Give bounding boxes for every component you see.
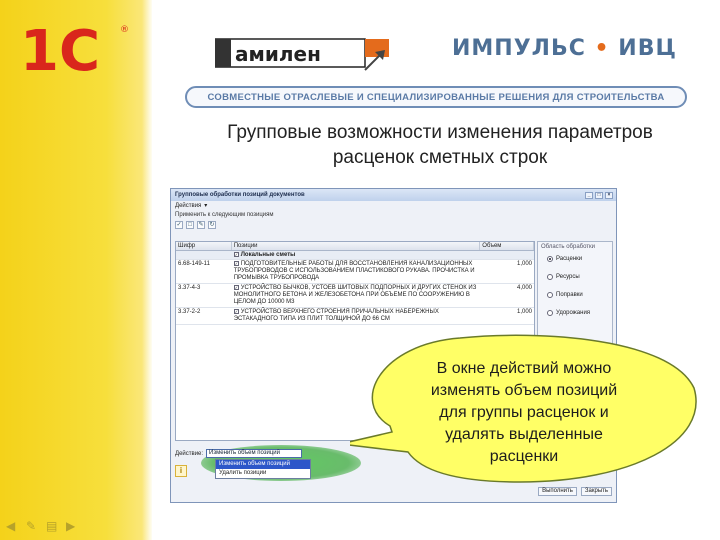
- row-name: УСТРОЙСТВО ВЕРХНЕГО СТРОЕНИЯ ПРИЧАЛЬНЫХ …: [233, 309, 439, 323]
- radio-icon[interactable]: [547, 274, 553, 280]
- table-header: Шифр Позиции Объем: [176, 242, 534, 251]
- svg-text:амилен: амилен: [235, 42, 321, 66]
- dropdown-item-change-volume[interactable]: Изменить объем позиций: [216, 460, 310, 469]
- tagline-text: СОВМЕСТНЫЕ ОТРАСЛЕВЫЕ И СПЕЦИАЛИЗИРОВАНН…: [207, 91, 665, 103]
- logo-impuls-ivc: ИМПУЛЬС • ИВЦ: [452, 36, 677, 61]
- group-name: Локальные сметы: [240, 252, 296, 259]
- logo-ivc-text: ИВЦ: [618, 36, 677, 61]
- callout-line: изменять объем позиций: [430, 382, 618, 399]
- action-dropdown: Изменить объем позиций Удалить позиции: [215, 459, 311, 479]
- apply-label: Применить к следующим позициям: [175, 211, 274, 218]
- cell-volume: 1,000: [517, 261, 533, 267]
- left-brand-band: 1С ® ◀ ✎ ▤ ▶: [0, 0, 152, 540]
- callout-line: для группы расценок и: [439, 404, 609, 421]
- menu-actions[interactable]: Действия: [175, 203, 201, 209]
- row-checkbox[interactable]: ✓: [233, 261, 239, 266]
- edit-icon[interactable]: ✎: [197, 220, 205, 229]
- menubar: Действия ▾: [171, 201, 616, 210]
- chevron-down-icon[interactable]: ▾: [204, 202, 207, 209]
- logo-1c: 1С ®: [20, 20, 129, 78]
- col-code[interactable]: Шифр: [176, 242, 232, 250]
- info-icon: i: [175, 465, 187, 477]
- apply-to-row: Применить к следующим позициям: [171, 210, 616, 219]
- close-button[interactable]: Закрыть: [580, 487, 612, 496]
- radio-label: Удорожания: [556, 310, 591, 316]
- minimize-icon[interactable]: _: [585, 191, 593, 199]
- callout-line: удалять выделенные: [445, 426, 603, 443]
- table-row[interactable]: 6.68-149-11 ✓ ПОДГОТОВИТЕЛЬНЫЕ РАБОТЫ ДЛЯ…: [176, 260, 534, 285]
- slide-title: Групповые возможности изменения параметр…: [170, 120, 710, 170]
- cell-name: ✓ Локальные сметы: [232, 251, 481, 259]
- refresh-icon[interactable]: ↻: [208, 220, 216, 229]
- cell-name: ✓ ПОДГОТОВИТЕЛЬНЫЕ РАБОТЫ ДЛЯ ВОССТАНОВЛЕ…: [232, 260, 481, 283]
- footer-buttons: Выполнить Закрыть: [538, 487, 612, 496]
- title-line-1: Групповые возможности изменения параметр…: [227, 122, 653, 143]
- tagline-banner: СОВМЕСТНЫЕ ОТРАСЛЕВЫЕ И СПЕЦИАЛИЗИРОВАНН…: [185, 86, 687, 108]
- cell-code: 6.68-149-11: [178, 261, 210, 267]
- radio-corrections[interactable]: Поправки: [547, 292, 609, 298]
- maximize-icon[interactable]: □: [595, 191, 603, 199]
- action-label: Действие:: [175, 450, 204, 457]
- svg-text:®: ®: [120, 25, 129, 35]
- title-line-2: расценок сметных строк: [332, 147, 548, 168]
- row-name: ПОДГОТОВИТЕЛЬНЫЕ РАБОТЫ ДЛЯ ВОССТАНОВЛЕН…: [233, 261, 475, 282]
- menu-icon[interactable]: ▤: [46, 520, 60, 532]
- action-row: Действие: Изменить объем позиций: [175, 449, 303, 458]
- logo-amilen: амилен: [215, 38, 389, 71]
- row-checkbox[interactable]: ✓: [233, 252, 239, 257]
- callout-line: В окне действий можно: [436, 360, 612, 377]
- table-row[interactable]: 3.37-2-2 ✓ УСТРОЙСТВО ВЕРХНЕГО СТРОЕНИЯ П…: [176, 308, 534, 326]
- uncheck-all-icon[interactable]: □: [186, 220, 194, 229]
- radio-markups[interactable]: Удорожания: [547, 310, 609, 316]
- col-positions[interactable]: Позиции: [232, 242, 481, 250]
- cell-code: 3.37-2-2: [178, 309, 201, 316]
- cell-code: [176, 251, 232, 259]
- table-row[interactable]: ✓ Локальные сметы: [176, 251, 534, 260]
- cell-volume: 1,000: [517, 309, 533, 316]
- window-title: Групповые обработки позиций документов: [175, 192, 305, 198]
- scope-title: Область обработки: [541, 244, 596, 250]
- action-select[interactable]: Изменить объем позиций: [206, 449, 303, 458]
- next-icon[interactable]: ▶: [66, 520, 80, 532]
- grid-toolbar: ✓ □ ✎ ↻: [171, 219, 616, 230]
- pen-icon[interactable]: ✎: [26, 520, 40, 532]
- row-checkbox[interactable]: ✓: [233, 309, 239, 315]
- logo-separator: •: [594, 36, 610, 61]
- col-volume[interactable]: Объем: [480, 242, 534, 250]
- callout-line: расценки: [489, 448, 559, 465]
- radio-label: Ресурсы: [556, 274, 580, 280]
- row-name: УСТРОЙСТВО БЫЧКОВ, УСТОЕВ ШИТОВЫХ ПОДПОР…: [233, 285, 477, 306]
- cell-name: ✓ УСТРОЙСТВО ВЕРХНЕГО СТРОЕНИЯ ПРИЧАЛЬНЫХ…: [232, 308, 481, 324]
- radio-resources[interactable]: Ресурсы: [547, 274, 609, 280]
- execute-button[interactable]: Выполнить: [538, 487, 577, 496]
- prev-icon[interactable]: ◀: [6, 520, 20, 532]
- cell-volume: [480, 251, 534, 259]
- row-checkbox[interactable]: ✓: [233, 285, 239, 291]
- cell-volume: 4,000: [517, 285, 533, 292]
- radio-label: Поправки: [556, 292, 583, 298]
- cell-name: ✓ УСТРОЙСТВО БЫЧКОВ, УСТОЕВ ШИТОВЫХ ПОДПО…: [232, 284, 481, 307]
- radio-label: Расценки: [556, 256, 583, 262]
- radio-icon[interactable]: [547, 310, 553, 316]
- callout-text: В окне действий можно изменять объем поз…: [384, 358, 664, 468]
- radio-icon[interactable]: [547, 292, 553, 298]
- table-row[interactable]: 3.37-4-3 ✓ УСТРОЙСТВО БЫЧКОВ, УСТОЕВ ШИТО…: [176, 284, 534, 309]
- radio-selected-icon[interactable]: [547, 256, 553, 262]
- cell-code: 3.37-4-3: [178, 285, 201, 292]
- dropdown-item-delete[interactable]: Удалить позиции: [216, 469, 310, 478]
- close-icon[interactable]: ×: [605, 191, 613, 199]
- check-all-icon[interactable]: ✓: [175, 220, 183, 229]
- window-titlebar[interactable]: Групповые обработки позиций документов _…: [171, 189, 616, 201]
- slide-nav: ◀ ✎ ▤ ▶: [6, 520, 80, 532]
- logo-impuls-text: ИМПУЛЬС: [452, 36, 586, 61]
- radio-rates[interactable]: Расценки: [547, 256, 609, 262]
- svg-text:1С: 1С: [20, 20, 100, 78]
- action-select-value: Изменить объем позиций: [209, 450, 280, 456]
